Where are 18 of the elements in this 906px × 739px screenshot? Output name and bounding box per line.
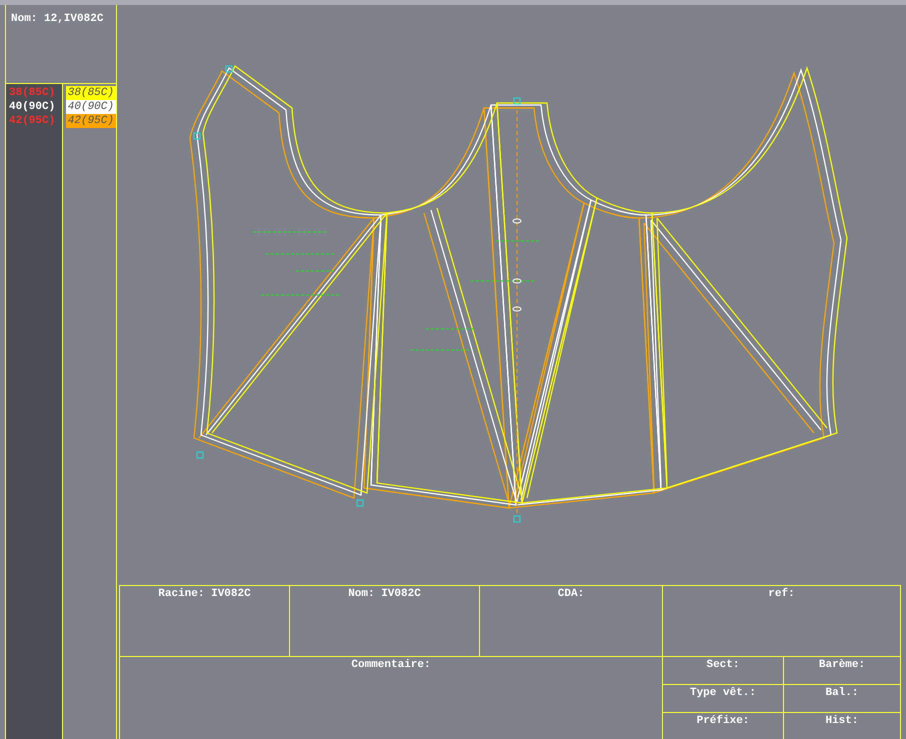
- field-label: Barème:: [818, 659, 866, 671]
- piece-name: Nom: 12,IV082C: [11, 13, 104, 25]
- field-label: Bal.:: [825, 687, 858, 699]
- field-label: Hist:: [825, 715, 858, 727]
- size-swatch: 42(95C): [66, 114, 116, 128]
- size-label: 40(90C): [9, 100, 56, 114]
- field-label: Préfixe:: [696, 715, 750, 727]
- size-label: 38(85C): [9, 86, 56, 100]
- field-label: Type vêt.:: [690, 687, 756, 699]
- field-label: Commentaire:: [351, 659, 431, 671]
- field-label: CDA:: [558, 588, 584, 600]
- size-label: 42(95C): [9, 114, 56, 128]
- size-swatch: 38(85C): [66, 86, 116, 100]
- size-swatch: 40(90C): [66, 100, 116, 114]
- field-label: Sect:: [706, 659, 740, 671]
- field-label: Nom: IV082C: [348, 588, 421, 600]
- field-label: ref:: [768, 588, 795, 600]
- field-label: Racine: IV082C: [158, 588, 251, 600]
